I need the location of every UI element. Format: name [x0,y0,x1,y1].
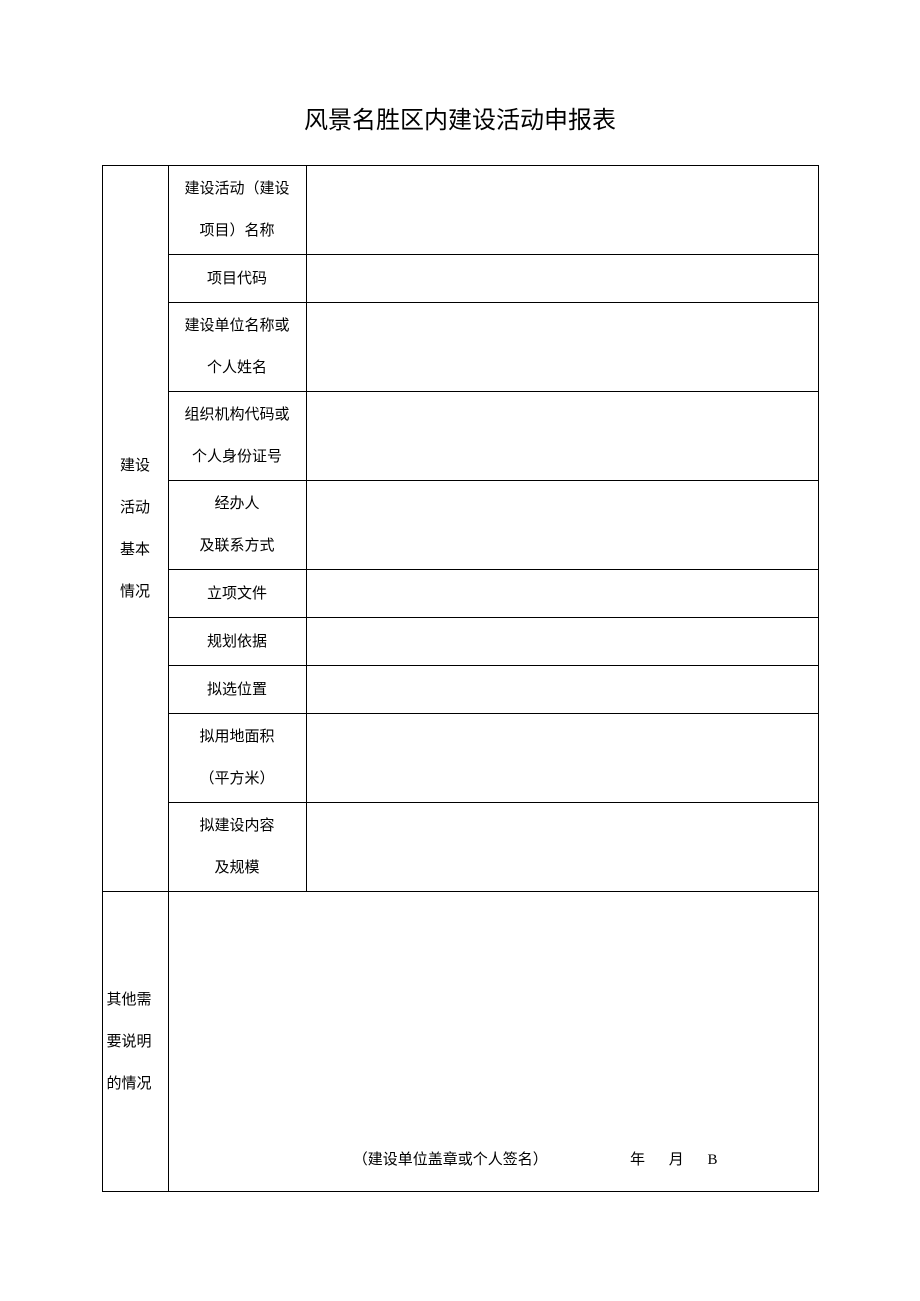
value-unit-name[interactable] [306,303,818,392]
label-land-area: 拟用地面积 （平方米） [168,714,306,803]
value-land-area[interactable] [306,714,818,803]
label-org-code: 组织机构代码或 个人身份证号 [168,392,306,481]
label-content-scale: 拟建设内容 及规模 [168,803,306,892]
value-content-scale[interactable] [306,803,818,892]
label-contact: 经办人 及联系方式 [168,481,306,570]
month-label: 月 [669,1152,686,1168]
label-project-code: 项目代码 [168,255,306,303]
value-planning-basis[interactable] [306,618,818,666]
year-label: 年 [630,1152,647,1168]
page-title: 风景名胜区内建设活动申报表 [0,0,920,165]
value-project-code[interactable] [306,255,818,303]
label-planning-basis: 规划依据 [168,618,306,666]
section-other-info-label: 其他需 要说明 的情况 [102,892,168,1192]
date-field: 年 月 B [622,1139,798,1181]
day-label: B [707,1152,719,1168]
seal-signature-label: （建设单位盖章或个人签名） [353,1139,548,1181]
label-unit-name: 建设单位名称或 个人姓名 [168,303,306,392]
value-contact[interactable] [306,481,818,570]
section-basic-info-label: 建设 活动 基本 情况 [102,166,168,892]
label-approval-doc: 立项文件 [168,570,306,618]
value-org-code[interactable] [306,392,818,481]
value-activity-name[interactable] [306,166,818,255]
value-approval-doc[interactable] [306,570,818,618]
label-activity-name: 建设活动（建设 项目）名称 [168,166,306,255]
value-location[interactable] [306,666,818,714]
application-form-table: 建设 活动 基本 情况 建设活动（建设 项目）名称 项目代码 建设单位名称或 个… [102,165,819,1192]
other-info-area[interactable]: （建设单位盖章或个人签名） 年 月 B [168,892,818,1192]
label-location: 拟选位置 [168,666,306,714]
